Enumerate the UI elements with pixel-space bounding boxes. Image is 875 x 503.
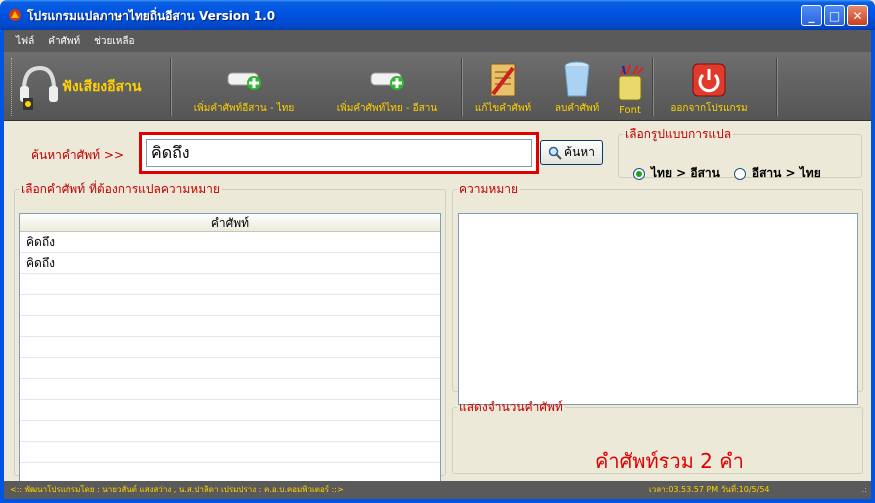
window-frame-bottom <box>0 499 875 503</box>
listen-isan-label: ฟังเสียงอีสาน <box>62 79 142 95</box>
translation-mode-group: เลือกรูปแบบการแปล ไทย > อีสาน อีสาน > ไท… <box>618 125 862 180</box>
add-isan-thai-label: เพิ่มคำศัพท์อีสาน - ไทย <box>193 103 295 114</box>
search-box-highlight <box>139 132 539 174</box>
table-row-empty[interactable] <box>20 337 440 358</box>
table-row-empty[interactable] <box>20 274 440 295</box>
meaning-legend: ความหมาย <box>459 182 519 196</box>
radio-isan-to-thai[interactable] <box>733 167 746 180</box>
table-row-empty[interactable] <box>20 442 440 463</box>
table-row-empty[interactable] <box>20 400 440 421</box>
toolbar-grip[interactable] <box>11 58 14 116</box>
edit-notepad-icon <box>483 59 523 101</box>
listen-isan-button[interactable]: ฟังเสียงอีสาน <box>18 58 142 116</box>
minimize-icon: _ <box>808 8 815 23</box>
delete-word-button[interactable]: ลบคำศัพท์ <box>544 56 610 118</box>
table-row[interactable]: คิดถึง <box>20 232 440 253</box>
table-row-empty[interactable] <box>20 358 440 379</box>
word-count-text: คำศัพท์รวม 2 คำ <box>595 449 744 473</box>
table-row-empty[interactable] <box>20 379 440 400</box>
exit-program-button[interactable]: ออกจากโปรแกรม <box>656 56 762 118</box>
table-row[interactable]: คิดถึง <box>20 253 440 274</box>
add-thai-isan-button[interactable]: เพิ่มคำศัพท์ไทย - อีสาน <box>317 56 457 118</box>
table-row-empty[interactable] <box>20 295 440 316</box>
status-bar: <:: พัฒนาโปรแกรมโดย : นายวสันต์ แสงสว่าง… <box>4 481 871 499</box>
table-row-empty[interactable] <box>20 421 440 442</box>
magnifier-icon <box>548 146 562 160</box>
window-title: โปรแกรมแปลภาษาไทยถิ่นอีสาน Version 1.0 <box>27 9 276 23</box>
toolbar-separator <box>776 58 778 116</box>
add-isan-thai-icon <box>224 59 264 101</box>
edit-word-button[interactable]: แก้ไขคำศัพท์ <box>465 56 541 118</box>
menu-vocabulary[interactable]: คำศัพท์ <box>48 34 80 49</box>
search-label: ค้นหาคำศัพท์ >> <box>31 148 125 162</box>
word-list-header[interactable]: คำศัพท์ <box>20 214 440 232</box>
add-thai-isan-label: เพิ่มคำศัพท์ไทย - อีสาน <box>336 103 438 114</box>
delete-word-label: ลบคำศัพท์ <box>554 103 600 114</box>
title-bar[interactable]: โปรแกรมแปลภาษาไทยถิ่นอีสาน Version 1.0 _… <box>0 0 875 30</box>
minimize-button[interactable]: _ <box>801 5 822 26</box>
close-button[interactable]: ✕ <box>847 5 868 26</box>
menu-file[interactable]: ไฟล์ <box>16 34 34 49</box>
power-icon <box>689 59 729 101</box>
toolbar-separator <box>652 58 654 116</box>
word-select-group: เลือกคำศัพท์ ที่ต้องการแปลความหมาย คำศัพ… <box>14 180 446 487</box>
menu-bar: ไฟล์ คำศัพท์ ช่วยเหลือ <box>4 30 871 52</box>
toolbar: ฟังเสียงอีสาน เพิ่มคำศัพท์อีสาน - ไทย เพ… <box>4 52 871 121</box>
maximize-button[interactable]: □ <box>824 5 845 26</box>
search-button-label: ค้นหา <box>564 145 595 159</box>
app-leaf-icon <box>9 9 21 21</box>
developer-credit: <:: พัฒนาโปรแกรมโดย : นายวสันต์ แสงสว่าง… <box>10 485 344 494</box>
table-row-empty[interactable] <box>20 316 440 337</box>
close-icon: ✕ <box>852 8 863 23</box>
font-button[interactable]: Font <box>610 56 650 118</box>
trash-bin-icon <box>557 59 597 101</box>
toolbar-separator <box>170 58 172 116</box>
word-select-legend: เลือกคำศัพท์ ที่ต้องการแปลความหมาย <box>21 182 220 196</box>
headphones-icon <box>20 65 58 110</box>
search-button[interactable]: ค้นหา <box>540 140 603 165</box>
menu-help[interactable]: ช่วยเหลือ <box>94 34 134 49</box>
exit-program-label: ออกจากโปรแกรม <box>670 103 748 114</box>
meaning-group: ความหมาย <box>452 180 863 405</box>
word-count-legend: แสดงจำนวนคำศัพท์ <box>459 400 563 414</box>
word-count-group: แสดงจำนวนคำศัพท์ คำศัพท์รวม 2 คำ <box>452 398 863 474</box>
search-input[interactable] <box>146 139 532 167</box>
meaning-textbox[interactable] <box>458 213 858 405</box>
translation-mode-legend: เลือกรูปแบบการแปล <box>625 127 732 141</box>
radio-thai-to-isan[interactable] <box>633 167 645 180</box>
toolbar-separator <box>461 58 463 116</box>
maximize-icon: □ <box>828 8 841 23</box>
word-list[interactable]: คำศัพท์ คิดถึง คิดถึง <box>19 213 441 487</box>
resize-grip-icon[interactable]: .: <box>862 481 867 499</box>
window-frame-right <box>871 30 875 503</box>
add-thai-isan-icon <box>367 59 407 101</box>
pencil-cup-icon <box>610 63 650 105</box>
add-isan-thai-button[interactable]: เพิ่มคำศัพท์อีสาน - ไทย <box>174 56 314 118</box>
edit-word-label: แก้ไขคำศัพท์ <box>474 103 532 114</box>
clock-date: เวลา:03.53.57 PM วันที่:10/5/54 <box>649 485 770 494</box>
font-label: Font <box>619 105 641 116</box>
